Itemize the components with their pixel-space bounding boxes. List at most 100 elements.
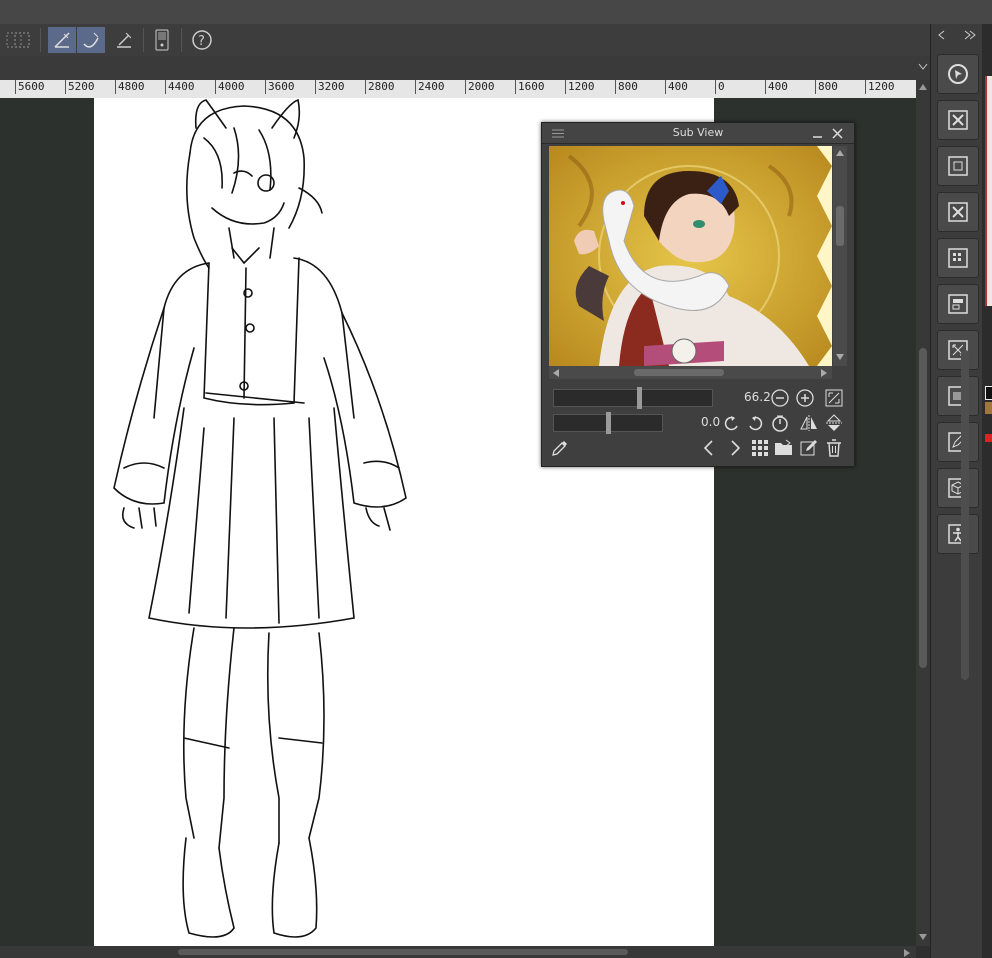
fit-view-button[interactable]: [824, 388, 844, 408]
previous-image-button[interactable]: [699, 438, 719, 458]
tool-option-bar: [0, 56, 930, 80]
scroll-down-icon[interactable]: [836, 354, 844, 360]
flip-horizontal-button[interactable]: [799, 413, 819, 433]
zoom-in-icon: [796, 389, 814, 407]
toolbar-divider: [181, 28, 182, 52]
horizontal-ruler: 5600 5200 4800 4400 4000 3600 3200 2800 …: [0, 80, 918, 99]
ruler-tick: 4800: [115, 80, 145, 94]
close-icon[interactable]: [832, 128, 843, 139]
color-swatch[interactable]: [985, 434, 992, 442]
ruler-tick: 1200: [565, 80, 595, 94]
transform-palette-button[interactable]: [937, 330, 979, 370]
chevron-down-icon[interactable]: [918, 63, 928, 71]
ruler-tick: 800: [615, 80, 638, 94]
scroll-right-icon[interactable]: [904, 949, 910, 957]
eyedropper-button[interactable]: [550, 438, 570, 458]
scroll-up-icon[interactable]: [919, 84, 927, 90]
double-chevron-right-icon[interactable]: [963, 30, 977, 40]
scroll-right-icon[interactable]: [821, 369, 827, 377]
ruler-tick: 2000: [465, 80, 495, 94]
ruler-tick: 400: [765, 80, 788, 94]
rotate-right-button[interactable]: [745, 413, 765, 433]
chevron-right-icon: [731, 440, 741, 456]
rotate-left-button[interactable]: [722, 413, 742, 433]
navigator-palette-button[interactable]: [937, 54, 979, 94]
chevron-left-icon[interactable]: [937, 30, 947, 40]
flip-vertical-button[interactable]: [824, 413, 844, 433]
vertical-scrollbar[interactable]: [916, 80, 930, 946]
help-icon[interactable]: ?: [188, 27, 216, 53]
delete-image-button[interactable]: [824, 438, 844, 458]
flip-horizontal-icon: [800, 415, 817, 431]
trash-icon: [827, 439, 841, 457]
next-image-button[interactable]: [725, 438, 745, 458]
ruler-tick: 3200: [315, 80, 345, 94]
sub-view-hscroll-thumb[interactable]: [634, 369, 724, 376]
ruler-tick: 4000: [215, 80, 245, 94]
grid-icon: [752, 440, 768, 456]
reset-rotation-button[interactable]: [770, 413, 790, 433]
toolbar-divider: [143, 28, 144, 52]
sub-view-titlebar[interactable]: Sub View: [542, 123, 854, 144]
zoom-out-button[interactable]: [770, 388, 790, 408]
horizontal-scroll-thumb[interactable]: [178, 949, 628, 955]
material-palette-button[interactable]: [937, 192, 979, 232]
edit-palette-button[interactable]: [937, 422, 979, 462]
ruler-snap-icon[interactable]: [48, 27, 76, 53]
rotate-right-icon: [749, 416, 763, 431]
ruler-tick: 5200: [65, 80, 95, 94]
minimize-icon[interactable]: [812, 128, 823, 139]
scroll-left-icon[interactable]: [553, 369, 559, 377]
layer-property-icon: [948, 110, 968, 130]
palette-dock-scrollbar[interactable]: [961, 350, 969, 680]
tone-palette-button[interactable]: [937, 238, 979, 278]
rotate-left-icon: [724, 416, 738, 431]
rotation-slider[interactable]: [553, 412, 663, 434]
rotation-value: 0.0: [701, 415, 721, 429]
layer-palette-button[interactable]: [937, 146, 979, 186]
flip-vertical-icon: [826, 414, 842, 431]
selection-marquee-icon[interactable]: [10, 27, 34, 53]
toolbar-divider: [40, 28, 41, 52]
reference-image[interactable]: [549, 146, 832, 366]
scroll-up-icon[interactable]: [836, 150, 844, 156]
tone-icon: [948, 248, 968, 268]
curve-snap-icon[interactable]: [77, 27, 105, 53]
sub-color-swatch[interactable]: [985, 402, 992, 414]
folder-icon: [775, 439, 792, 455]
vertical-scroll-thumb[interactable]: [919, 348, 927, 668]
horizontal-scrollbar[interactable]: [0, 946, 916, 958]
3d-pose-palette-button[interactable]: [937, 514, 979, 554]
palette-dock: [930, 24, 983, 958]
ruler-tick: 0: [715, 80, 725, 94]
sub-view-vscroll-thumb[interactable]: [836, 206, 844, 246]
sub-view-horizontal-scrollbar[interactable]: [549, 366, 832, 379]
zoom-in-button[interactable]: [795, 388, 815, 408]
zoom-slider-knob[interactable]: [637, 387, 642, 409]
edit-image-button[interactable]: [799, 438, 819, 458]
image-list-button[interactable]: [750, 438, 770, 458]
layer-property-palette-button[interactable]: [937, 100, 979, 140]
fit-view-icon: [825, 389, 843, 407]
ruler-tick: 3600: [265, 80, 295, 94]
ruler-tick: 400: [665, 80, 688, 94]
reset-rotation-icon: [772, 415, 788, 432]
rotation-slider-knob[interactable]: [606, 412, 611, 434]
sub-view-title: Sub View: [672, 126, 724, 139]
3d-material-palette-button[interactable]: [937, 468, 979, 508]
sub-view-vertical-scrollbar[interactable]: [833, 146, 847, 366]
import-image-button[interactable]: [774, 438, 794, 458]
item-bank-palette-button[interactable]: [937, 284, 979, 324]
layer-icon: [948, 156, 968, 176]
main-color-swatch[interactable]: [985, 386, 992, 400]
image-material-palette-button[interactable]: [937, 376, 979, 416]
scroll-down-icon[interactable]: [919, 934, 927, 940]
ruler-tick: 1200: [865, 80, 895, 94]
zoom-slider[interactable]: [553, 387, 713, 409]
special-ruler-icon[interactable]: [110, 27, 138, 53]
eyedropper-icon: [552, 441, 567, 456]
color-palette-edge: [982, 24, 992, 958]
preview-strip: [985, 76, 992, 306]
reference-illustration: [549, 146, 832, 366]
device-icon[interactable]: [148, 27, 176, 53]
